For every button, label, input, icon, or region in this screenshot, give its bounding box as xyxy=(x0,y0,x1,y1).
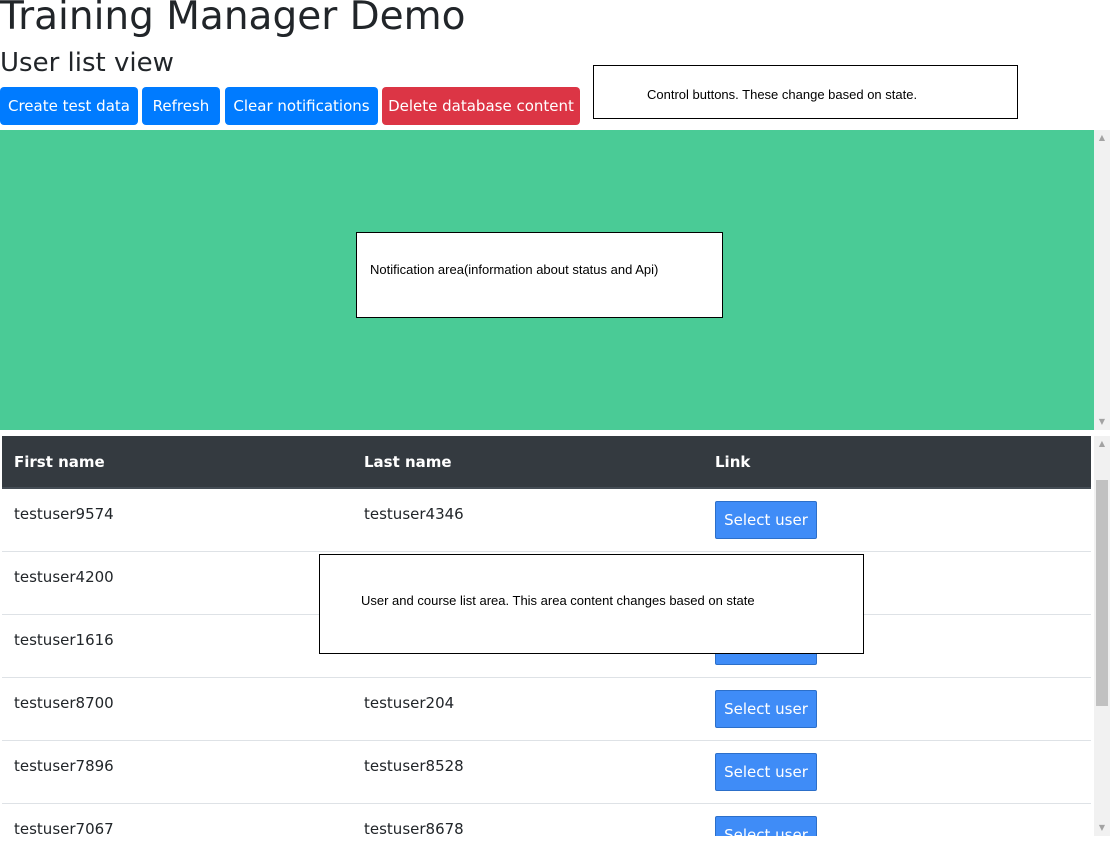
select-user-button[interactable]: Select user xyxy=(715,752,817,791)
last-name-cell: testuser8678 xyxy=(352,802,703,836)
scroll-up-icon[interactable]: ▲ xyxy=(1094,130,1110,146)
link-cell: Select user xyxy=(703,739,1091,803)
table-row: testuser9574 testuser4346 Select user xyxy=(2,487,1091,551)
last-name-cell: testuser8528 xyxy=(352,739,703,803)
select-user-button[interactable]: Select user xyxy=(715,815,817,836)
list-annotation: User and course list area. This area con… xyxy=(319,554,864,654)
create-test-data-button[interactable]: Create test data xyxy=(0,87,138,125)
table-row: testuser7896 testuser8528 Select user xyxy=(2,739,1091,803)
link-cell: Select user xyxy=(703,802,1091,836)
column-header-first-name: First name xyxy=(2,436,352,489)
first-name-cell: testuser4200 xyxy=(2,550,352,614)
scroll-thumb[interactable] xyxy=(1096,480,1108,706)
first-name-cell: testuser9574 xyxy=(2,487,352,551)
select-user-button[interactable]: Select user xyxy=(715,689,817,728)
first-name-cell: testuser8700 xyxy=(2,676,352,740)
scroll-up-icon[interactable]: ▲ xyxy=(1094,436,1110,452)
link-cell: Select user xyxy=(703,676,1091,740)
scroll-down-icon[interactable]: ▼ xyxy=(1094,820,1110,836)
notification-annotation: Notification area(information about stat… xyxy=(356,232,723,318)
first-name-cell: testuser7896 xyxy=(2,739,352,803)
scroll-down-icon[interactable]: ▼ xyxy=(1094,414,1110,430)
select-user-button[interactable]: Select user xyxy=(715,501,817,539)
table-row: testuser8700 testuser204 Select user xyxy=(2,676,1091,740)
table-row: testuser7067 testuser8678 Select user xyxy=(2,802,1091,836)
last-name-cell: testuser4346 xyxy=(352,487,703,551)
table-header-row: First name Last name Link xyxy=(2,436,1091,489)
user-list-scrollbar[interactable]: ▲ ▼ xyxy=(1094,436,1110,836)
delete-database-button[interactable]: Delete database content xyxy=(382,87,580,125)
first-name-cell: testuser7067 xyxy=(2,802,352,836)
clear-notifications-button[interactable]: Clear notifications xyxy=(225,87,378,125)
refresh-button[interactable]: Refresh xyxy=(142,87,220,125)
notification-scrollbar[interactable]: ▲ ▼ xyxy=(1094,130,1110,430)
controls-annotation: Control buttons. These change based on s… xyxy=(593,65,1018,119)
first-name-cell: testuser1616 xyxy=(2,613,352,677)
column-header-last-name: Last name xyxy=(352,436,703,489)
last-name-cell: testuser204 xyxy=(352,676,703,740)
view-title: User list view xyxy=(0,48,174,78)
column-header-link: Link xyxy=(703,436,1091,489)
app-title: Training Manager Demo xyxy=(0,0,466,39)
link-cell: Select user xyxy=(703,487,1091,551)
